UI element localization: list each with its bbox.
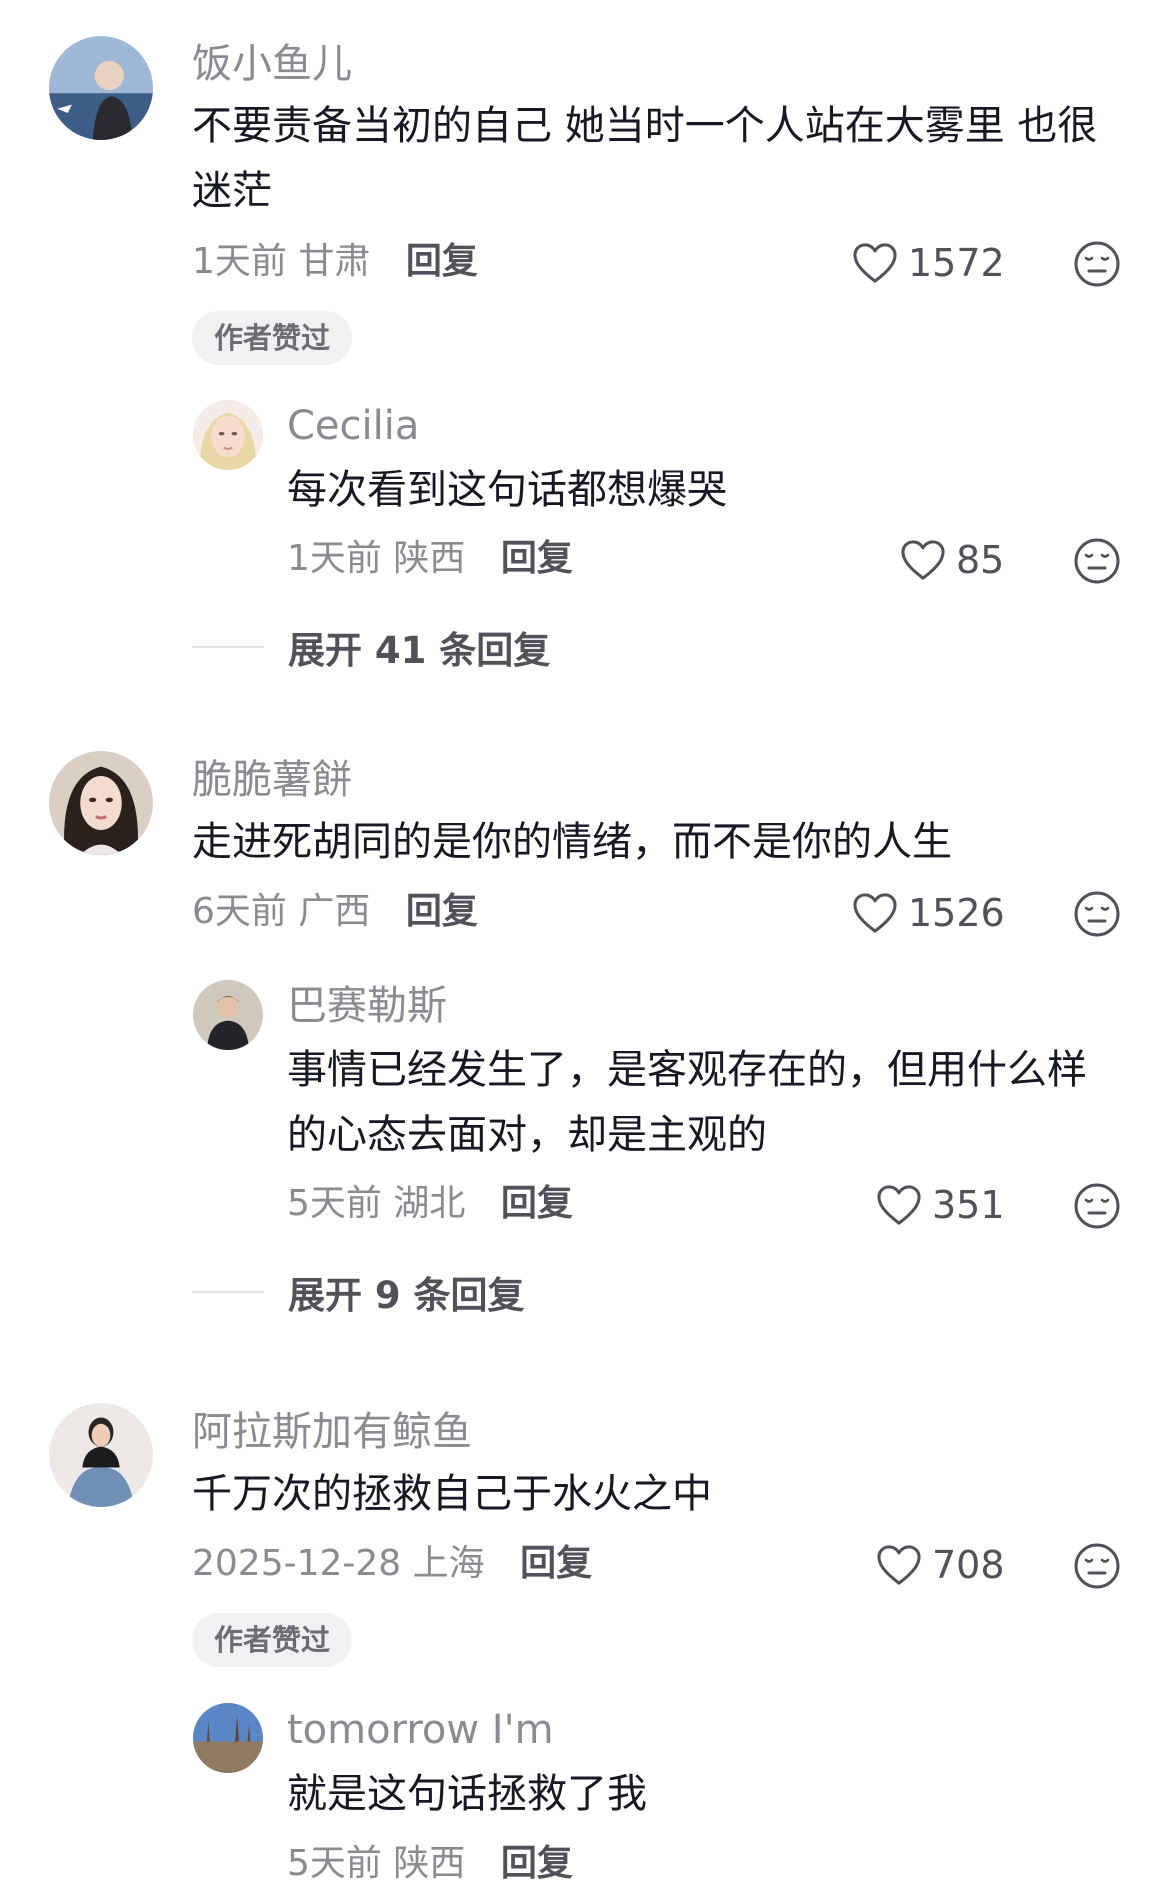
heart-outline-icon <box>853 243 897 283</box>
author-liked-badge: 作者赞过 <box>192 1613 353 1667</box>
like-count: 708 <box>932 1543 1005 1587</box>
comment-username[interactable]: 饭小鱼儿 <box>192 40 352 88</box>
comment-text: 千万次的拯救自己于水火之中 <box>192 1471 712 1517</box>
comment-meta: 1天前 甘肃 回复 <box>192 240 478 284</box>
like-button[interactable]: 708 <box>876 1543 1005 1587</box>
reply-text: 每次看到这句话都想爆哭 <box>287 467 727 513</box>
expand-replies-button[interactable]: 展开 41 条回复 <box>192 620 550 674</box>
comment-time: 6天前 <box>192 891 287 932</box>
expand-replies-button[interactable]: 展开 9 条回复 <box>192 1265 525 1319</box>
avatar-image <box>49 1403 153 1507</box>
avatar-image <box>49 751 153 855</box>
reply-time: 5天前 <box>287 1843 382 1884</box>
dislike-button[interactable] <box>1073 1542 1121 1590</box>
reply-meta: 5天前 陕西 回复 <box>287 1842 573 1886</box>
dislike-button[interactable] <box>1073 537 1121 585</box>
avatar-image <box>193 1703 263 1773</box>
reply-username[interactable]: 巴赛勒斯 <box>287 982 447 1030</box>
comment-text: 走进死胡同的是你的情绪，而不是你的人生 <box>192 819 952 865</box>
neutral-face-icon <box>1074 241 1120 287</box>
reply-location: 陕西 <box>393 538 466 579</box>
like-button[interactable]: 351 <box>876 1183 1005 1227</box>
avatar[interactable] <box>49 751 153 855</box>
expand-replies-label: 展开 9 条回复 <box>288 1274 525 1317</box>
neutral-face-icon <box>1074 891 1120 937</box>
reply-username[interactable]: Cecilia <box>287 402 419 450</box>
reply-button[interactable]: 回复 <box>406 241 478 282</box>
reply-button[interactable]: 回复 <box>501 538 573 579</box>
comment-location: 广西 <box>298 891 371 932</box>
author-liked-badge: 作者赞过 <box>192 311 353 365</box>
avatar-image <box>193 980 263 1050</box>
heart-outline-icon <box>877 1185 921 1225</box>
reply-button[interactable]: 回复 <box>501 1183 573 1224</box>
reply-button[interactable]: 回复 <box>520 1543 592 1584</box>
neutral-face-icon <box>1074 1183 1120 1229</box>
comment-meta: 2025-12-28 上海 回复 <box>192 1542 592 1586</box>
reply-username[interactable]: tomorrow I'm <box>287 1706 554 1754</box>
avatar-image <box>193 400 263 470</box>
reply-button[interactable]: 回复 <box>406 891 478 932</box>
avatar[interactable] <box>193 980 263 1050</box>
comment-time: 2025-12-28 <box>192 1543 402 1584</box>
reply-text: 就是这句话拯救了我 <box>287 1771 647 1817</box>
divider-line <box>192 646 264 648</box>
dislike-button[interactable] <box>1073 240 1121 288</box>
reply-time: 1天前 <box>287 538 382 579</box>
reply-location: 湖北 <box>393 1183 466 1224</box>
expand-replies-label: 展开 41 条回复 <box>288 629 551 672</box>
neutral-face-icon <box>1074 538 1120 584</box>
neutral-face-icon <box>1074 1543 1120 1589</box>
reply-time: 5天前 <box>287 1183 382 1224</box>
avatar[interactable] <box>49 1403 153 1507</box>
like-count: 85 <box>956 538 1005 582</box>
comment-location: 甘肃 <box>298 241 371 282</box>
reply-location: 陕西 <box>393 1843 466 1884</box>
divider-line <box>192 1291 264 1293</box>
comment-text: 不要责备当初的自己 她当时一个人站在大雾里 也很迷茫 <box>192 103 1098 214</box>
comment-username[interactable]: 脆脆薯餅 <box>192 756 352 804</box>
reply-meta: 1天前 陕西 回复 <box>287 537 573 581</box>
avatar[interactable] <box>193 400 263 470</box>
dislike-button[interactable] <box>1073 1182 1121 1230</box>
reply-text: 事情已经发生了，是客观存在的，但用什么样的心态去面对，却是主观的 <box>287 1047 1087 1158</box>
comment-location: 上海 <box>412 1543 485 1584</box>
comment-meta: 6天前 广西 回复 <box>192 890 478 934</box>
like-button[interactable]: 85 <box>900 538 1004 582</box>
like-button[interactable]: 1572 <box>852 241 1005 285</box>
avatar-image <box>49 36 153 140</box>
heart-outline-icon <box>877 1545 921 1585</box>
like-button[interactable]: 1526 <box>852 891 1005 935</box>
comment-username[interactable]: 阿拉斯加有鲸鱼 <box>192 1408 472 1456</box>
avatar[interactable] <box>193 1703 263 1773</box>
reply-button[interactable]: 回复 <box>501 1843 573 1884</box>
heart-outline-icon <box>853 893 897 933</box>
reply-meta: 5天前 湖北 回复 <box>287 1182 573 1226</box>
like-count: 1526 <box>908 891 1005 935</box>
heart-outline-icon <box>901 540 945 580</box>
comment-time: 1天前 <box>192 241 287 282</box>
avatar[interactable] <box>49 36 153 140</box>
like-count: 351 <box>932 1183 1005 1227</box>
like-count: 1572 <box>908 241 1005 285</box>
dislike-button[interactable] <box>1073 890 1121 938</box>
